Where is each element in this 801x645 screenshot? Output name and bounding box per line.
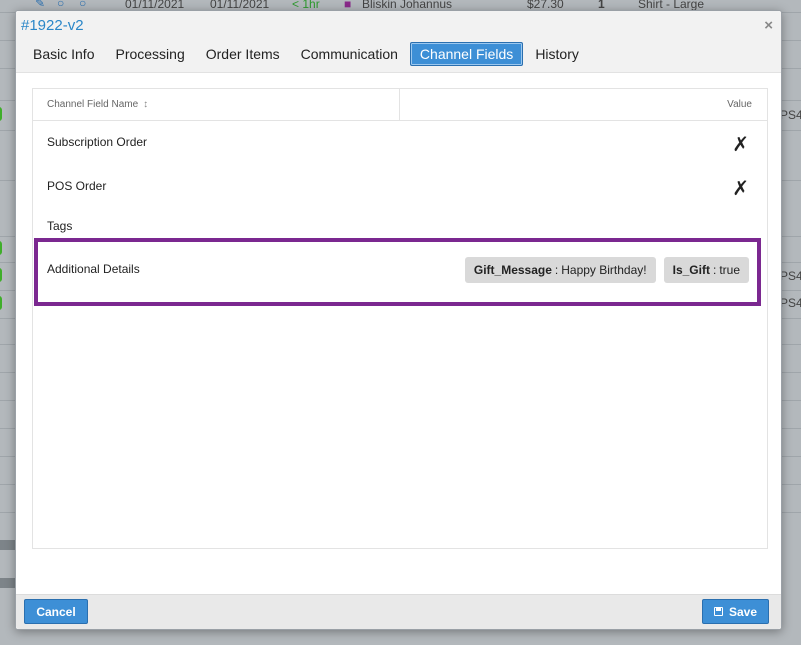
row-label: Subscription Order: [47, 135, 148, 149]
modal-header: #1922-v2 × Basic Info Processing Order I…: [16, 11, 781, 73]
status-badge: [0, 296, 2, 310]
x-icon: ✗: [732, 176, 749, 200]
status-badge: [0, 107, 2, 121]
detail-tag-separator: :: [712, 263, 717, 277]
modal-footer: Cancel Save: [16, 594, 781, 629]
details-tags: Gift_Message : Happy Birthday! Is_Gift :…: [464, 257, 749, 283]
comment-icon: ○: [57, 0, 65, 10]
detail-tag: Is_Gift : true: [663, 257, 749, 283]
channel-fields-table: Channel Field Name ↕ Value Subscription …: [32, 88, 768, 549]
status-badge: [0, 241, 2, 255]
detail-tag-value: Happy Birthday!: [561, 263, 647, 277]
order-modal: #1922-v2 × Basic Info Processing Order I…: [15, 10, 782, 630]
column-header-value: Value: [727, 99, 752, 110]
tab-bar: Basic Info Processing Order Items Commun…: [24, 42, 591, 68]
tab-basic-info[interactable]: Basic Info: [24, 42, 103, 66]
tab-channel-fields[interactable]: Channel Fields: [409, 42, 524, 66]
table-row: POS Order ✗: [33, 177, 767, 207]
save-icon: [713, 607, 723, 616]
background-scrollbar: [0, 578, 16, 588]
background-code: PS4: [780, 296, 801, 310]
detail-tag-separator: :: [554, 263, 559, 277]
tab-history[interactable]: History: [526, 42, 588, 66]
detail-tag-key: Gift_Message: [473, 263, 552, 277]
tab-processing[interactable]: Processing: [106, 42, 193, 66]
background-code: PS4: [780, 108, 801, 122]
row-label: Tags: [47, 219, 73, 233]
tab-order-items[interactable]: Order Items: [197, 42, 289, 66]
column-header-label: Channel Field Name: [47, 99, 139, 110]
detail-tag: Gift_Message : Happy Birthday!: [464, 257, 656, 283]
table-row: Tags: [33, 216, 767, 236]
save-button[interactable]: Save: [702, 599, 769, 624]
row-label: Additional Details: [47, 262, 140, 276]
save-label: Save: [728, 604, 758, 619]
message-icon: ○: [79, 0, 87, 10]
row-label: POS Order: [47, 179, 107, 193]
detail-tag-value: true: [719, 263, 740, 277]
column-header-name[interactable]: Channel Field Name ↕: [33, 89, 400, 120]
edit-icon: ✎: [35, 0, 46, 10]
cancel-button[interactable]: Cancel: [24, 599, 88, 624]
sort-icon[interactable]: ↕: [143, 99, 148, 110]
background-scrollbar: [0, 540, 16, 550]
table-row: Subscription Order ✗: [33, 133, 767, 163]
detail-tag-key: Is_Gift: [672, 263, 710, 277]
table-header: Channel Field Name ↕ Value: [33, 89, 767, 121]
status-badge: [0, 268, 2, 282]
x-icon: ✗: [732, 132, 749, 156]
background-code: PS4: [780, 269, 801, 283]
close-icon[interactable]: ×: [764, 18, 773, 33]
tab-communication[interactable]: Communication: [292, 42, 407, 66]
modal-title: #1922-v2: [21, 17, 84, 34]
